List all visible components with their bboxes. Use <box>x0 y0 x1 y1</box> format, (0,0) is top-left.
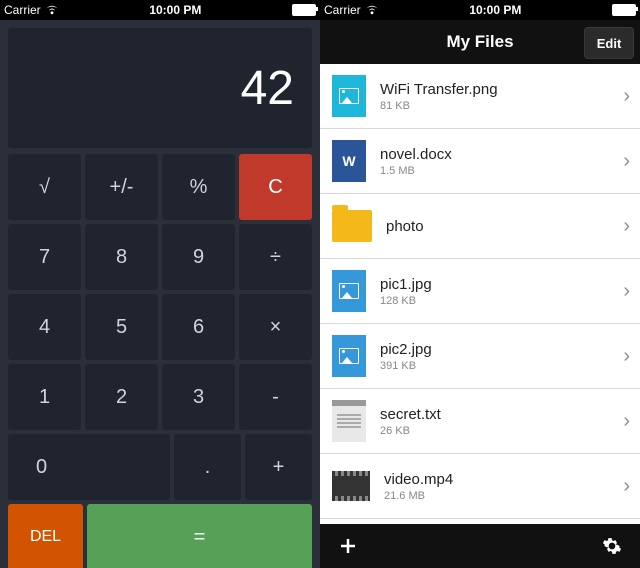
digit-9-button[interactable]: 9 <box>162 224 235 290</box>
nav-bar: My Files Edit <box>320 20 640 64</box>
calculator-body: 42 √ +/- % C 7 8 9 ÷ 4 5 6 × 1 2 <box>0 20 320 568</box>
chevron-right-icon: › <box>623 345 630 368</box>
file-row[interactable]: pic2.jpg 391 KB › <box>320 324 640 389</box>
word-file-icon: W <box>332 140 366 182</box>
toolbar <box>320 524 640 568</box>
digit-8-button[interactable]: 8 <box>85 224 158 290</box>
image-file-icon <box>332 270 366 312</box>
file-row[interactable]: video.mp4 21.6 MB › <box>320 454 640 519</box>
chevron-right-icon: › <box>623 85 630 108</box>
edit-button[interactable]: Edit <box>584 27 634 59</box>
settings-button[interactable] <box>598 532 626 560</box>
digit-3-button[interactable]: 3 <box>162 364 235 430</box>
status-time: 10:00 PM <box>59 3 292 17</box>
equals-button[interactable]: = <box>87 504 312 568</box>
chevron-right-icon: › <box>623 475 630 498</box>
digit-2-button[interactable]: 2 <box>85 364 158 430</box>
chevron-right-icon: › <box>623 150 630 173</box>
digit-7-button[interactable]: 7 <box>8 224 81 290</box>
text-file-icon <box>332 400 366 442</box>
calculator-display: 42 <box>8 28 312 148</box>
sqrt-button[interactable]: √ <box>8 154 81 220</box>
status-time: 10:00 PM <box>379 3 612 17</box>
file-size: 1.5 MB <box>380 165 623 177</box>
file-row[interactable]: secret.txt 26 KB › <box>320 389 640 454</box>
wifi-icon <box>45 5 59 15</box>
image-file-icon <box>332 75 366 117</box>
file-row[interactable]: pic1.jpg 128 KB › <box>320 259 640 324</box>
file-size: 21.6 MB <box>384 490 623 502</box>
files-screen: Carrier 10:00 PM My Files Edit WiFi Tran… <box>320 0 640 568</box>
sign-button[interactable]: +/- <box>85 154 158 220</box>
add-button[interactable]: + <box>245 434 312 500</box>
file-list: WiFi Transfer.png 81 KB › W novel.docx 1… <box>320 64 640 524</box>
subtract-button[interactable]: - <box>239 364 312 430</box>
file-row[interactable]: WiFi Transfer.png 81 KB › <box>320 64 640 129</box>
gear-icon <box>602 536 622 556</box>
page-title: My Files <box>446 32 513 52</box>
battery-icon <box>292 4 316 16</box>
delete-button[interactable]: DEL <box>8 504 83 568</box>
file-row[interactable]: photo › <box>320 194 640 259</box>
status-bar-left: Carrier 10:00 PM <box>0 0 320 20</box>
status-bar-right: Carrier 10:00 PM <box>320 0 640 20</box>
file-row[interactable]: W novel.docx 1.5 MB › <box>320 129 640 194</box>
file-size: 26 KB <box>380 425 623 437</box>
multiply-button[interactable]: × <box>239 294 312 360</box>
video-file-icon <box>332 471 370 501</box>
decimal-button[interactable]: . <box>174 434 241 500</box>
file-name: video.mp4 <box>384 471 623 488</box>
file-name: novel.docx <box>380 146 623 163</box>
file-name: WiFi Transfer.png <box>380 81 623 98</box>
file-size: 391 KB <box>380 360 623 372</box>
file-name: photo <box>386 218 623 235</box>
chevron-right-icon: › <box>623 280 630 303</box>
clear-button[interactable]: C <box>239 154 312 220</box>
image-file-icon <box>332 335 366 377</box>
file-size: 128 KB <box>380 295 623 307</box>
file-name: pic2.jpg <box>380 341 623 358</box>
add-button[interactable] <box>334 532 362 560</box>
file-name: pic1.jpg <box>380 276 623 293</box>
carrier-label: Carrier <box>324 3 361 17</box>
digit-1-button[interactable]: 1 <box>8 364 81 430</box>
file-name: secret.txt <box>380 406 623 423</box>
digit-4-button[interactable]: 4 <box>8 294 81 360</box>
file-size: 81 KB <box>380 100 623 112</box>
chevron-right-icon: › <box>623 410 630 433</box>
digit-5-button[interactable]: 5 <box>85 294 158 360</box>
digit-6-button[interactable]: 6 <box>162 294 235 360</box>
percent-button[interactable]: % <box>162 154 235 220</box>
digit-0-button[interactable]: 0 <box>8 434 170 500</box>
calculator-screen: Carrier 10:00 PM 42 √ +/- % C 7 8 9 ÷ 4 <box>0 0 320 568</box>
carrier-label: Carrier <box>4 3 41 17</box>
folder-icon <box>332 210 372 242</box>
chevron-right-icon: › <box>623 215 630 238</box>
battery-icon <box>612 4 636 16</box>
divide-button[interactable]: ÷ <box>239 224 312 290</box>
wifi-icon <box>365 5 379 15</box>
plus-icon <box>339 537 357 555</box>
